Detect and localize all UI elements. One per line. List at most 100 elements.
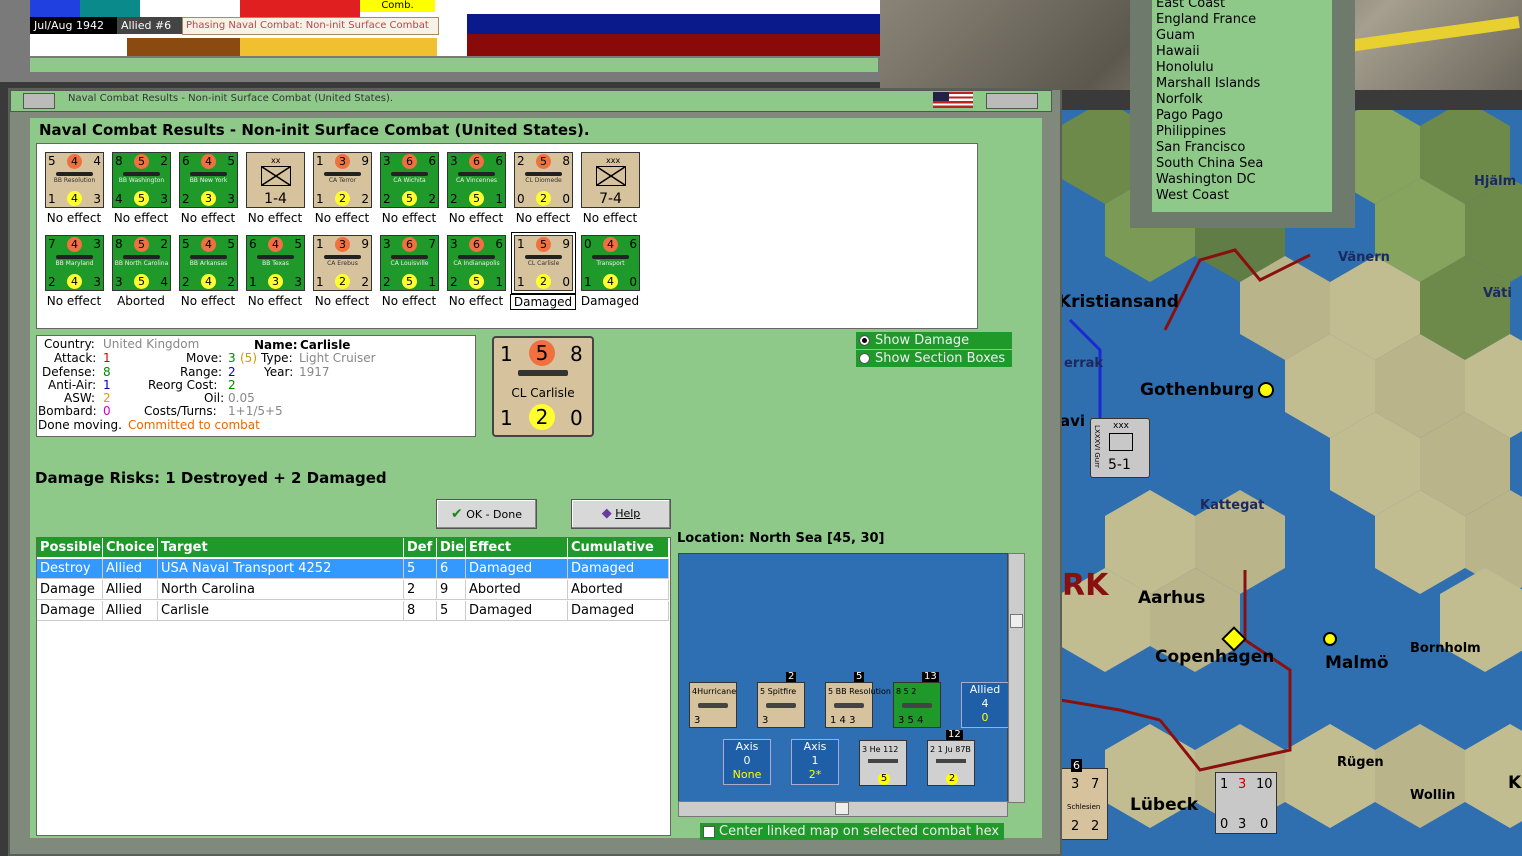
location-label: Location: North Sea [45, 30] <box>677 531 885 546</box>
help-book-icon: ◆ <box>601 506 612 521</box>
show-damage-radio[interactable]: Show Damage <box>856 332 1012 349</box>
map-ship-counter[interactable]: 1 3 10 0 3 0 <box>1215 772 1277 834</box>
city-list-item[interactable]: East Coast <box>1156 0 1225 12</box>
top-info-panel <box>0 0 907 82</box>
column-header[interactable]: Def <box>404 538 437 557</box>
axis-unit-counter[interactable]: 3 He 112 5 <box>859 740 907 786</box>
sea-area-vertical-scrollbar[interactable] <box>1008 553 1025 803</box>
sea-area-horizontal-scrollbar[interactable] <box>678 801 1008 817</box>
city-list-item[interactable]: San Francisco <box>1156 140 1245 156</box>
allied-box[interactable]: Allied 4 0 <box>961 682 1009 728</box>
city-list-item[interactable]: Guam <box>1156 28 1195 44</box>
map-label-lubeck: Lübeck <box>1130 795 1199 815</box>
attack-value: 1 <box>103 351 111 365</box>
close-icon[interactable] <box>986 93 1038 109</box>
unit-info-panel: Country: United Kingdom Attack: 1 Defens… <box>36 335 476 437</box>
table-cell: North Carolina <box>158 580 404 600</box>
ship-icon <box>123 255 160 259</box>
costs-value: 1+1/5+5 <box>228 404 283 418</box>
ship-icon <box>458 172 495 176</box>
naval-unit-counter[interactable]: 5 4 1 3 4 4 BB Resolution <box>45 152 104 208</box>
column-header[interactable]: Possible <box>37 538 103 557</box>
column-header[interactable]: Die <box>437 538 466 557</box>
city-dot-gothenburg[interactable] <box>1258 382 1274 398</box>
move-value: 3 <box>228 351 236 365</box>
naval-unit-counter[interactable]: 5 5 2 2 4 4 BB Arkansas <box>179 235 238 291</box>
table-cell: Damage <box>37 580 103 600</box>
table-row[interactable]: Damage Allied Carlisle 8 5 Damaged Damaged <box>37 601 669 621</box>
city-list[interactable]: East Coast England France Guam Hawaii Honolu… <box>1152 0 1332 212</box>
naval-unit-counter[interactable]: 3 7 2 1 6 5 CA Louisville <box>380 235 439 291</box>
column-header[interactable]: Choice <box>103 538 158 557</box>
naval-unit-counter[interactable]: xxx 7-4 <box>581 152 640 208</box>
us-flag-icon <box>933 92 973 108</box>
costs-label: Costs/Turns: <box>144 404 217 418</box>
minimize-icon[interactable] <box>23 93 55 109</box>
table-cell: 9 <box>437 580 466 600</box>
unit-result: No effect <box>314 294 370 308</box>
country-value: United Kingdom <box>103 337 200 351</box>
city-dot-malmo[interactable] <box>1323 632 1337 646</box>
naval-unit-counter[interactable]: 1 9 1 2 3 2 CA Erebus <box>313 235 372 291</box>
table-row[interactable]: Damage Allied North Carolina 2 9 Aborted Abort… <box>37 580 669 600</box>
ok-done-button[interactable]: ✔ OK - Done <box>436 499 537 529</box>
sea-unit-counter[interactable]: 25 Spitfire 3 <box>757 672 805 728</box>
comb-label: Comb. <box>360 0 435 12</box>
unit-result: No effect <box>381 211 437 225</box>
column-header[interactable]: Cumulative <box>568 538 669 557</box>
sea-unit-counter[interactable]: 13 8 5 23 5 4 <box>893 672 941 728</box>
city-list-item[interactable]: Pago Pago <box>1156 108 1223 124</box>
done-moving-value: Committed to combat <box>128 418 260 432</box>
naval-unit-counter[interactable]: 6 5 1 3 4 3 BB Texas <box>246 235 305 291</box>
axis-box1[interactable]: Axis 0 None <box>723 739 771 785</box>
ship-icon <box>190 172 227 176</box>
allied-turn-label: Allied #6 <box>117 17 183 34</box>
help-button[interactable]: ◆ Help <box>571 499 671 529</box>
show-section-boxes-radio[interactable]: Show Section Boxes <box>856 350 1012 367</box>
naval-unit-counter[interactable]: xx 1-4 <box>246 152 305 208</box>
naval-unit-counter[interactable]: 8 2 4 3 5 5 BB Washington <box>112 152 171 208</box>
city-list-item[interactable]: England France <box>1156 12 1256 28</box>
column-header[interactable]: Effect <box>466 538 568 557</box>
axis-box2[interactable]: Axis 1 2* <box>791 739 839 785</box>
city-list-item[interactable]: Philippines <box>1156 124 1226 140</box>
table-row[interactable]: Destroy Allied USA Naval Transport 4252 5 6 D… <box>37 559 669 579</box>
unit-result: No effect <box>515 211 571 225</box>
map-ship-counter-schlesien[interactable]: 6 3 7 Schlesien 2 2 <box>1060 759 1108 840</box>
sea-unit-counter[interactable]: 4Hurricane 3 <box>689 682 737 728</box>
column-header[interactable]: Target <box>158 538 404 557</box>
unit-icon <box>834 703 864 708</box>
naval-unit-counter[interactable]: 0 6 1 0 4 4 Transport <box>581 235 640 291</box>
city-list-item[interactable]: Honolulu <box>1156 60 1214 76</box>
naval-unit-counter[interactable]: 3 6 2 1 6 5 CA Indianapolis <box>447 235 506 291</box>
radio-icon <box>859 353 870 364</box>
naval-unit-counter[interactable]: 1 9 1 2 3 2 CA Terror <box>313 152 372 208</box>
axis-unit-counter[interactable]: 12 2 1 Ju 87B 2 <box>927 730 975 786</box>
city-list-item[interactable]: South China Sea <box>1156 156 1263 172</box>
table-cell: Allied <box>103 580 158 600</box>
center-linked-map-checkbox[interactable]: Center linked map on selected combat hex <box>700 823 1004 840</box>
sea-unit-counter[interactable]: 55 BB Resolution 41 4 3 <box>825 672 899 728</box>
city-list-item[interactable]: West Coast <box>1156 188 1229 204</box>
naval-unit-counter[interactable]: 1 9 1 0 5 2 CL Carlisle <box>511 232 576 294</box>
naval-unit-counter[interactable]: 6 5 2 3 4 3 BB New York <box>179 152 238 208</box>
map-label-vati: Väti <box>1483 286 1512 301</box>
ship-icon <box>56 255 93 259</box>
ship-icon <box>324 255 361 259</box>
army-counter[interactable]: xxx LXXXVI Gurr 5-1 <box>1090 418 1150 478</box>
sea-area-view[interactable]: 4Hurricane 3 2 5 Spitfire 3 5 5 BB Resolution … <box>678 553 1009 803</box>
table-cell: 2 <box>404 580 437 600</box>
city-list-item[interactable]: Marshall Islands <box>1156 76 1260 92</box>
city-list-item[interactable]: Hawaii <box>1156 44 1200 60</box>
naval-unit-counter[interactable]: 2 8 0 0 5 2 CL Diomede <box>514 152 573 208</box>
table-cell: Allied <box>103 559 158 579</box>
map-label-kristiansand: Kristiansand <box>1060 292 1179 312</box>
naval-unit-counter[interactable]: 7 3 2 3 4 4 BB Maryland <box>45 235 104 291</box>
bombard-value: 0 <box>103 404 111 418</box>
naval-unit-counter[interactable]: 3 6 2 2 6 5 CA Wichita <box>380 152 439 208</box>
naval-unit-counter[interactable]: 3 6 2 1 6 5 CA Vincennes <box>447 152 506 208</box>
city-list-item[interactable]: Norfolk <box>1156 92 1203 108</box>
city-list-item[interactable]: Washington DC <box>1156 172 1256 188</box>
bombard-label: Bombard: <box>38 404 97 418</box>
naval-unit-counter[interactable]: 8 2 3 4 5 5 BB North Carolina <box>112 235 171 291</box>
